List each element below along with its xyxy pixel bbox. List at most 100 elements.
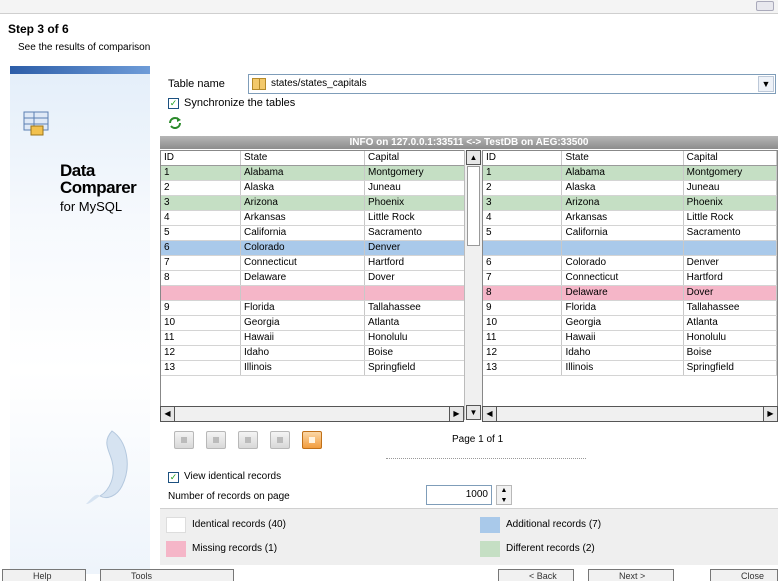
cell-capital: Boise bbox=[684, 346, 777, 360]
cell-state: Alabama bbox=[562, 166, 684, 180]
column-header-id[interactable]: ID bbox=[483, 151, 563, 165]
window-control-button[interactable] bbox=[756, 1, 774, 11]
table-name-select[interactable]: states/states_capitals ▼ bbox=[248, 74, 776, 94]
column-header-id[interactable]: ID bbox=[161, 151, 241, 165]
chevron-down-icon[interactable]: ▼ bbox=[758, 76, 774, 92]
table-row[interactable]: 9 Florida Tallahassee bbox=[483, 301, 777, 316]
table-row[interactable]: 9 Florida Tallahassee bbox=[161, 301, 481, 316]
column-header-state[interactable]: State bbox=[241, 151, 365, 165]
next-button[interactable]: Next > bbox=[588, 569, 674, 581]
column-header-capital[interactable]: Capital bbox=[684, 151, 777, 165]
first-page-button[interactable] bbox=[174, 431, 194, 449]
left-horizontal-scrollbar[interactable]: ◀ ▶ bbox=[160, 406, 464, 422]
table-row[interactable]: 6 Colorado Denver bbox=[161, 241, 481, 256]
cell-state bbox=[241, 286, 365, 300]
back-button[interactable]: < Back bbox=[498, 569, 574, 581]
left-table-grid[interactable]: ID State Capital 1 Alabama Montgomery 2 Alas… bbox=[160, 150, 482, 420]
cell-capital bbox=[365, 286, 465, 300]
next-page-button[interactable] bbox=[238, 431, 258, 449]
table-row[interactable]: 10 Georgia Atlanta bbox=[161, 316, 481, 331]
right-horizontal-scrollbar[interactable]: ◀ ▶ bbox=[482, 406, 778, 422]
table-row[interactable]: 1 Alabama Montgomery bbox=[483, 166, 777, 181]
cell-id: 11 bbox=[161, 331, 241, 345]
table-row[interactable]: 13 Illinois Springfield bbox=[483, 361, 777, 376]
left-table-header: ID State Capital bbox=[161, 151, 481, 166]
table-row[interactable]: 6 Colorado Denver bbox=[483, 256, 777, 271]
column-header-capital[interactable]: Capital bbox=[365, 151, 465, 165]
cell-state: Georgia bbox=[241, 316, 365, 330]
close-button[interactable]: Close bbox=[710, 569, 778, 581]
table-row[interactable]: 11 Hawaii Honolulu bbox=[161, 331, 481, 346]
view-identical-checkbox[interactable]: ✓ bbox=[168, 472, 179, 483]
table-row[interactable]: 4 Arkansas Little Rock bbox=[161, 211, 481, 226]
previous-page-button[interactable] bbox=[206, 431, 226, 449]
cell-capital: Springfield bbox=[365, 361, 465, 375]
right-table-header: ID State Capital bbox=[483, 151, 777, 166]
table-row[interactable]: 3 Arizona Phoenix bbox=[161, 196, 481, 211]
step-title: Step 3 of 6 bbox=[8, 22, 69, 36]
cell-capital: Denver bbox=[684, 256, 777, 270]
splitter-handle[interactable] bbox=[386, 458, 586, 460]
scroll-right-icon[interactable]: ▶ bbox=[763, 407, 777, 421]
cell-id: 3 bbox=[161, 196, 241, 210]
different-color-swatch bbox=[480, 541, 500, 557]
table-row[interactable]: 7 Connecticut Hartford bbox=[483, 271, 777, 286]
table-row[interactable]: 12 Idaho Boise bbox=[161, 346, 481, 361]
table-row[interactable]: 2 Alaska Juneau bbox=[161, 181, 481, 196]
table-row[interactable]: 7 Connecticut Hartford bbox=[161, 256, 481, 271]
product-name-line1: Data bbox=[60, 161, 95, 180]
scroll-thumb[interactable] bbox=[467, 166, 480, 246]
scroll-down-icon[interactable]: ▼ bbox=[466, 405, 481, 420]
table-row[interactable]: 10 Georgia Atlanta bbox=[483, 316, 777, 331]
cell-state: Illinois bbox=[241, 361, 365, 375]
column-header-state[interactable]: State bbox=[562, 151, 684, 165]
tools-button[interactable]: Tools bbox=[100, 569, 234, 581]
table-row[interactable]: 12 Idaho Boise bbox=[483, 346, 777, 361]
scroll-left-icon[interactable]: ◀ bbox=[161, 407, 175, 421]
scroll-left-icon[interactable]: ◀ bbox=[483, 407, 497, 421]
refresh-page-button[interactable] bbox=[302, 431, 322, 449]
help-button[interactable]: Help bbox=[2, 569, 86, 581]
table-row[interactable]: 5 California Sacramento bbox=[483, 226, 777, 241]
table-row[interactable]: 8 Delaware Dover bbox=[483, 286, 777, 301]
cell-capital: Tallahassee bbox=[684, 301, 777, 315]
cell-capital: Phoenix bbox=[365, 196, 465, 210]
cell-id: 2 bbox=[483, 181, 563, 195]
cell-state: California bbox=[241, 226, 365, 240]
cell-capital: Dover bbox=[684, 286, 777, 300]
vertical-scrollbar[interactable]: ▲ ▼ bbox=[464, 150, 482, 420]
cell-state: Hawaii bbox=[562, 331, 684, 345]
table-row[interactable]: 2 Alaska Juneau bbox=[483, 181, 777, 196]
last-page-button[interactable] bbox=[270, 431, 290, 449]
cell-state bbox=[562, 241, 684, 255]
cell-state: Idaho bbox=[562, 346, 684, 360]
table-row[interactable] bbox=[483, 241, 777, 256]
cell-state: Arizona bbox=[562, 196, 684, 210]
cell-state: Florida bbox=[241, 301, 365, 315]
scroll-up-icon[interactable]: ▲ bbox=[466, 150, 481, 165]
synchronize-checkbox[interactable]: ✓ bbox=[168, 98, 179, 109]
table-row[interactable]: 3 Arizona Phoenix bbox=[483, 196, 777, 211]
right-table-rows: 1 Alabama Montgomery 2 Alaska Juneau 3 Arizona P… bbox=[483, 166, 777, 376]
dolphin-logo-icon bbox=[86, 430, 128, 504]
cell-id: 6 bbox=[483, 256, 563, 270]
scroll-right-icon[interactable]: ▶ bbox=[449, 407, 463, 421]
cell-state: Colorado bbox=[241, 241, 365, 255]
synchronize-icon[interactable] bbox=[168, 116, 182, 130]
table-row[interactable]: 5 California Sacramento bbox=[161, 226, 481, 241]
table-row[interactable]: 4 Arkansas Little Rock bbox=[483, 211, 777, 226]
records-per-page-input[interactable]: 1000 bbox=[426, 485, 492, 505]
table-row[interactable]: 13 Illinois Springfield bbox=[161, 361, 481, 376]
table-row[interactable] bbox=[161, 286, 481, 301]
records-per-page-stepper[interactable]: ▲ ▼ bbox=[496, 485, 512, 505]
table-row[interactable]: 1 Alabama Montgomery bbox=[161, 166, 481, 181]
table-row[interactable]: 11 Hawaii Honolulu bbox=[483, 331, 777, 346]
table-row[interactable]: 8 Delaware Dover bbox=[161, 271, 481, 286]
right-table-grid[interactable]: ID State Capital 1 Alabama Montgomery 2 Alas… bbox=[482, 150, 778, 420]
product-name: Data Comparer bbox=[60, 161, 137, 196]
cell-capital: Tallahassee bbox=[365, 301, 465, 315]
table-name-label: Table name bbox=[168, 78, 225, 90]
cell-id: 8 bbox=[483, 286, 563, 300]
cell-id: 2 bbox=[161, 181, 241, 195]
cell-id: 1 bbox=[161, 166, 241, 180]
